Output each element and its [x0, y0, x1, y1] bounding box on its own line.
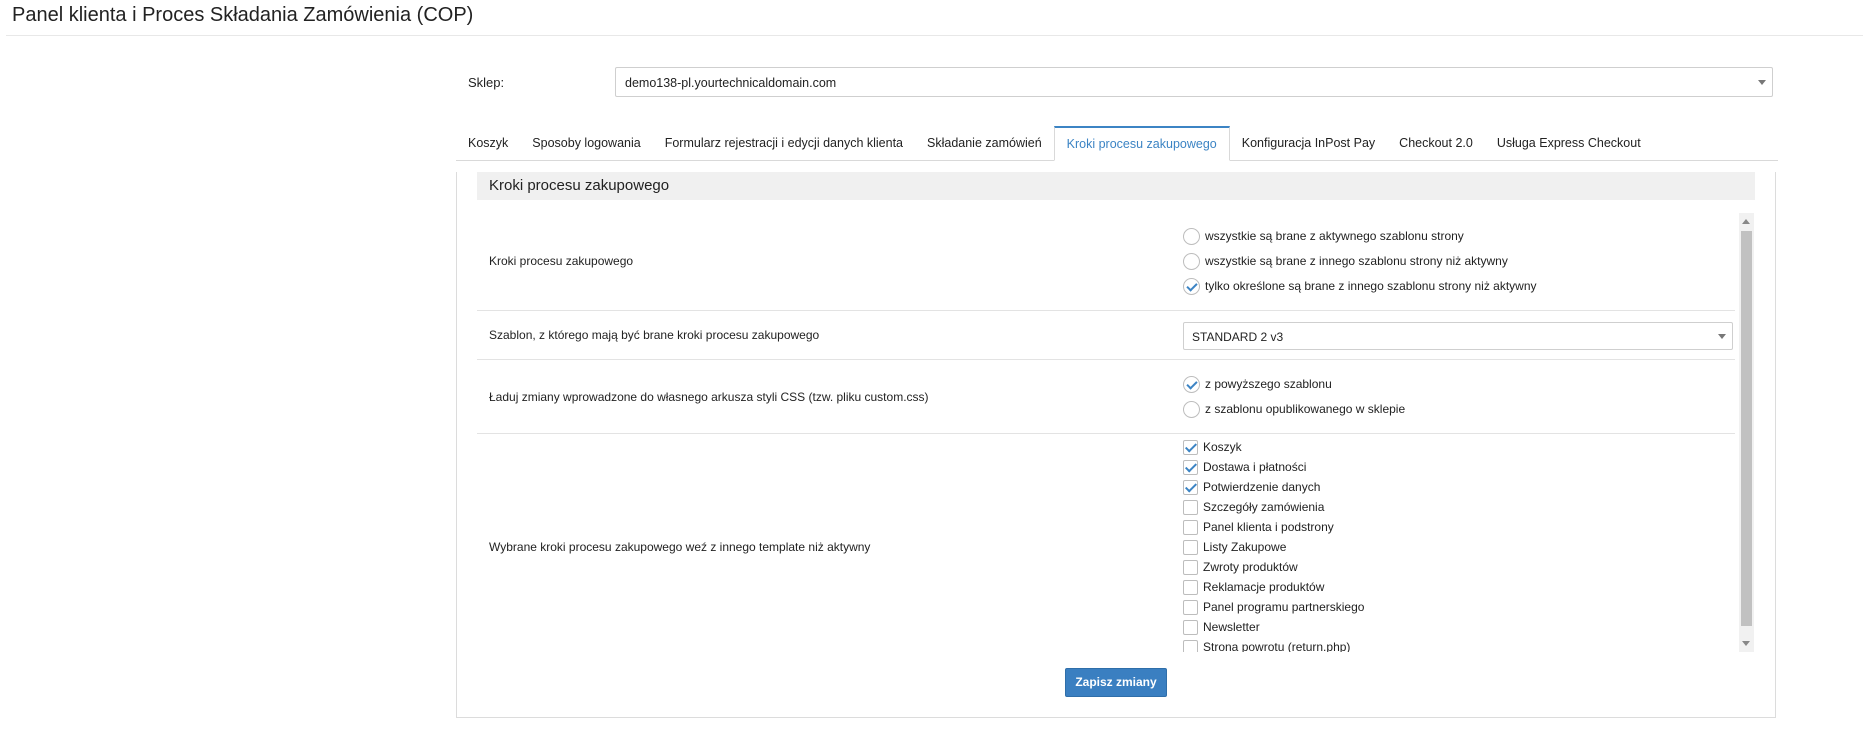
checkbox-label: Panel klienta i podstrony	[1203, 520, 1334, 534]
tab-kroki-procesu-zakupowego[interactable]: Kroki procesu zakupowego	[1053, 126, 1230, 161]
tab-formularz-rejestracji[interactable]: Formularz rejestracji i edycji danych kl…	[653, 126, 915, 161]
checkbox[interactable]	[1183, 619, 1198, 635]
checkbox-label: Reklamacje produktów	[1203, 580, 1325, 594]
scroll-down-icon[interactable]	[1742, 641, 1750, 646]
tab-konfiguracja-inpost-pay[interactable]: Konfiguracja InPost Pay	[1230, 126, 1387, 161]
settings-row-custom-css: Ładuj zmiany wprowadzone do własnego ark…	[477, 360, 1735, 434]
checkbox-checked[interactable]	[1183, 459, 1198, 475]
row-label: Kroki procesu zakupowego	[489, 254, 634, 268]
checkbox-option[interactable]: Dostawa i płatności	[1183, 458, 1306, 476]
radio-button-checked[interactable]	[1183, 375, 1200, 393]
checkbox-option[interactable]: Zwroty produktów	[1183, 558, 1298, 576]
checkbox-label: Panel programu partnerskiego	[1203, 600, 1365, 614]
checkbox-label: Koszyk	[1203, 440, 1242, 454]
checkbox-label: Dostawa i płatności	[1203, 460, 1307, 474]
template-select-value: STANDARD 2 v3	[1192, 330, 1284, 344]
radio-button[interactable]	[1183, 400, 1200, 418]
scroll-thumb[interactable]	[1741, 231, 1752, 626]
checkbox-label: Szczegóły zamówienia	[1203, 500, 1325, 514]
settings-row-steps-source: Kroki procesu zakupowego wszystkie są br…	[477, 213, 1735, 311]
radio-button[interactable]	[1183, 252, 1200, 270]
shop-select-value: demo138-pl.yourtechnicaldomain.com	[625, 76, 837, 90]
radio-label: wszystkie są brane z innego szablonu str…	[1205, 254, 1508, 268]
checkbox-label: Strona powrotu (return.php)	[1203, 640, 1351, 652]
checkbox[interactable]	[1183, 639, 1198, 652]
tab-skladanie-zamowien[interactable]: Składanie zamówień	[915, 126, 1054, 161]
radio-button[interactable]	[1183, 227, 1200, 245]
chevron-down-icon	[1718, 334, 1726, 339]
tab-checkout-2[interactable]: Checkout 2.0	[1387, 126, 1485, 161]
radio-option[interactable]: tylko określone są brane z innego szablo…	[1183, 277, 1537, 295]
checkbox[interactable]	[1183, 599, 1198, 615]
tab-koszyk[interactable]: Koszyk	[456, 126, 520, 161]
template-select[interactable]: STANDARD 2 v3	[1183, 322, 1733, 350]
section-title: Kroki procesu zakupowego	[477, 172, 1755, 200]
checkbox[interactable]	[1183, 539, 1198, 555]
checkbox-option[interactable]: Potwierdzenie danych	[1183, 478, 1320, 496]
vertical-scrollbar[interactable]	[1739, 213, 1754, 652]
radio-label: wszystkie są brane z aktywnego szablonu …	[1205, 229, 1464, 243]
checkbox-checked[interactable]	[1183, 439, 1198, 455]
checkbox-option[interactable]: Newsletter	[1183, 618, 1260, 636]
radio-label: z powyższego szablonu	[1205, 377, 1332, 391]
settings-scroll-area: Kroki procesu zakupowego wszystkie są br…	[477, 213, 1753, 652]
radio-option[interactable]: wszystkie są brane z innego szablonu str…	[1183, 252, 1508, 270]
checkbox-label: Potwierdzenie danych	[1203, 480, 1321, 494]
checkbox-option[interactable]: Panel klienta i podstrony	[1183, 518, 1334, 536]
row-label: Ładuj zmiany wprowadzone do własnego ark…	[489, 390, 929, 404]
checkbox-label: Newsletter	[1203, 620, 1260, 634]
radio-option[interactable]: wszystkie są brane z aktywnego szablonu …	[1183, 227, 1464, 245]
page-title: Panel klienta i Proces Składania Zamówie…	[12, 4, 474, 26]
checkbox-checked[interactable]	[1183, 479, 1198, 495]
settings-row-selected-steps: Wybrane kroki procesu zakupowego weź z i…	[477, 434, 1735, 652]
shop-label: Sklep:	[468, 75, 505, 90]
title-divider	[6, 35, 1863, 36]
row-label: Szablon, z którego mają być brane kroki …	[489, 328, 820, 342]
checkbox-option[interactable]: Panel programu partnerskiego	[1183, 598, 1364, 616]
checkbox[interactable]	[1183, 559, 1198, 575]
scroll-up-icon[interactable]	[1742, 219, 1750, 224]
save-button[interactable]: Zapisz zmiany	[1065, 668, 1167, 697]
radio-option[interactable]: z powyższego szablonu	[1183, 375, 1332, 393]
shop-select[interactable]: demo138-pl.yourtechnicaldomain.com	[615, 67, 1773, 97]
radio-button-checked[interactable]	[1183, 277, 1200, 295]
tab-express-checkout[interactable]: Usługa Express Checkout	[1485, 126, 1653, 161]
checkbox-label: Zwroty produktów	[1203, 560, 1298, 574]
tab-bar: Koszyk Sposoby logowania Formularz rejes…	[456, 126, 1778, 161]
checkbox-option[interactable]: Szczegóły zamówienia	[1183, 498, 1324, 516]
radio-label: z szablonu opublikowanego w sklepie	[1205, 402, 1406, 416]
row-label: Wybrane kroki procesu zakupowego weź z i…	[489, 540, 871, 554]
checkbox-option[interactable]: Koszyk	[1183, 438, 1242, 456]
checkbox-option[interactable]: Reklamacje produktów	[1183, 578, 1324, 596]
tab-sposoby-logowania[interactable]: Sposoby logowania	[520, 126, 652, 161]
checkbox-label: Listy Zakupowe	[1203, 540, 1287, 554]
radio-option[interactable]: z szablonu opublikowanego w sklepie	[1183, 400, 1405, 418]
checkbox-option[interactable]: Listy Zakupowe	[1183, 538, 1286, 556]
radio-label: tylko określone są brane z innego szablo…	[1205, 279, 1537, 293]
checkbox[interactable]	[1183, 519, 1198, 535]
checkbox[interactable]	[1183, 499, 1198, 515]
checkbox[interactable]	[1183, 579, 1198, 595]
checkbox-option[interactable]: Strona powrotu (return.php)	[1183, 638, 1350, 652]
chevron-down-icon	[1758, 80, 1766, 85]
